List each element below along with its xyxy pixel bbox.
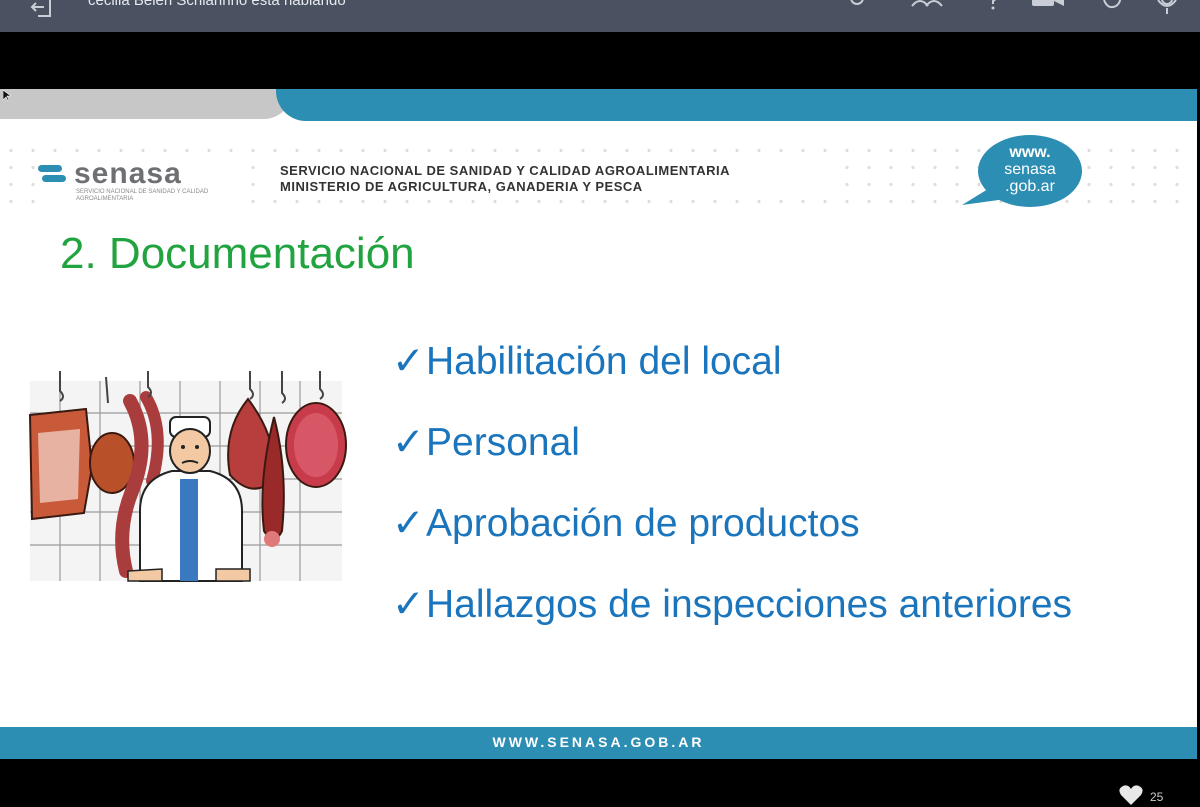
- check-icon: ✓: [392, 340, 425, 383]
- check-icon: ✓: [392, 583, 425, 626]
- heart-icon[interactable]: [1118, 785, 1144, 807]
- logo-text: senasa: [74, 157, 182, 190]
- reaction-count: 25: [1150, 790, 1164, 804]
- senasa-logo-mark-icon: [38, 165, 66, 182]
- microphone-icon[interactable]: [1152, 0, 1182, 18]
- slide-footer-band: WWW.SENASA.GOB.AR: [0, 727, 1197, 759]
- check-icon: ✓: [392, 421, 425, 464]
- bubble-line-3: .gob.ar: [1005, 178, 1055, 195]
- slide-title: 2. Documentación: [60, 229, 415, 278]
- organization-name: SERVICIO NACIONAL DE SANIDAD Y CALIDAD A…: [280, 163, 731, 178]
- bullet-item: ✓Aprobación de productos: [392, 501, 1192, 582]
- organization-header: SERVICIO NACIONAL DE SANIDAD Y CALIDAD A…: [270, 159, 830, 199]
- camera-icon[interactable]: [1030, 0, 1066, 18]
- logo-subtext: SERVICIO NACIONAL DE SANIDAD Y CALIDAD A…: [76, 189, 209, 202]
- participants-icon[interactable]: [908, 0, 948, 18]
- ministry-name: MINISTERIO DE AGRICULTURA, GANADERIA Y P…: [280, 179, 643, 194]
- bullet-text: Personal: [426, 421, 580, 464]
- slide-header-blue-band: [276, 89, 1197, 121]
- bullet-item: ✓Habilitación del local: [392, 339, 1192, 420]
- bullet-list: ✓Habilitación del local ✓Personal ✓Aprob…: [392, 339, 1192, 663]
- mouse-cursor-icon: [3, 90, 11, 102]
- slide-header-gray-band: [0, 89, 292, 119]
- bullet-text: Hallazgos de inspecciones anteriores: [426, 583, 1073, 626]
- speaker-status: cecilia Belén Schiarinno está hablando: [88, 0, 346, 9]
- bubble-line-1: www.: [1009, 144, 1051, 161]
- settings-icon[interactable]: [842, 0, 872, 18]
- presentation-slide: senasa SERVICIO NACIONAL DE SANIDAD Y CA…: [0, 89, 1197, 759]
- raise-hand-icon[interactable]: [1098, 0, 1128, 18]
- bullet-text: Habilitación del local: [426, 340, 782, 383]
- footer-url: WWW.SENASA.GOB.AR: [492, 734, 705, 750]
- help-icon[interactable]: [978, 0, 1008, 18]
- bullet-item: ✓Hallazgos de inspecciones anteriores: [392, 582, 1192, 663]
- bullet-text: Aprobación de productos: [426, 502, 860, 545]
- check-icon: ✓: [392, 502, 425, 545]
- website-bubble-text: www. senasa .gob.ar: [994, 144, 1066, 195]
- meeting-toolbar: cecilia Belén Schiarinno está hablando: [0, 0, 1200, 32]
- senasa-logo: senasa SERVICIO NACIONAL DE SANIDAD Y CA…: [38, 157, 238, 209]
- bullet-item: ✓Personal: [392, 420, 1192, 501]
- bubble-line-2: senasa: [1004, 161, 1056, 178]
- exit-icon[interactable]: [28, 0, 54, 20]
- butcher-illustration: [28, 371, 347, 582]
